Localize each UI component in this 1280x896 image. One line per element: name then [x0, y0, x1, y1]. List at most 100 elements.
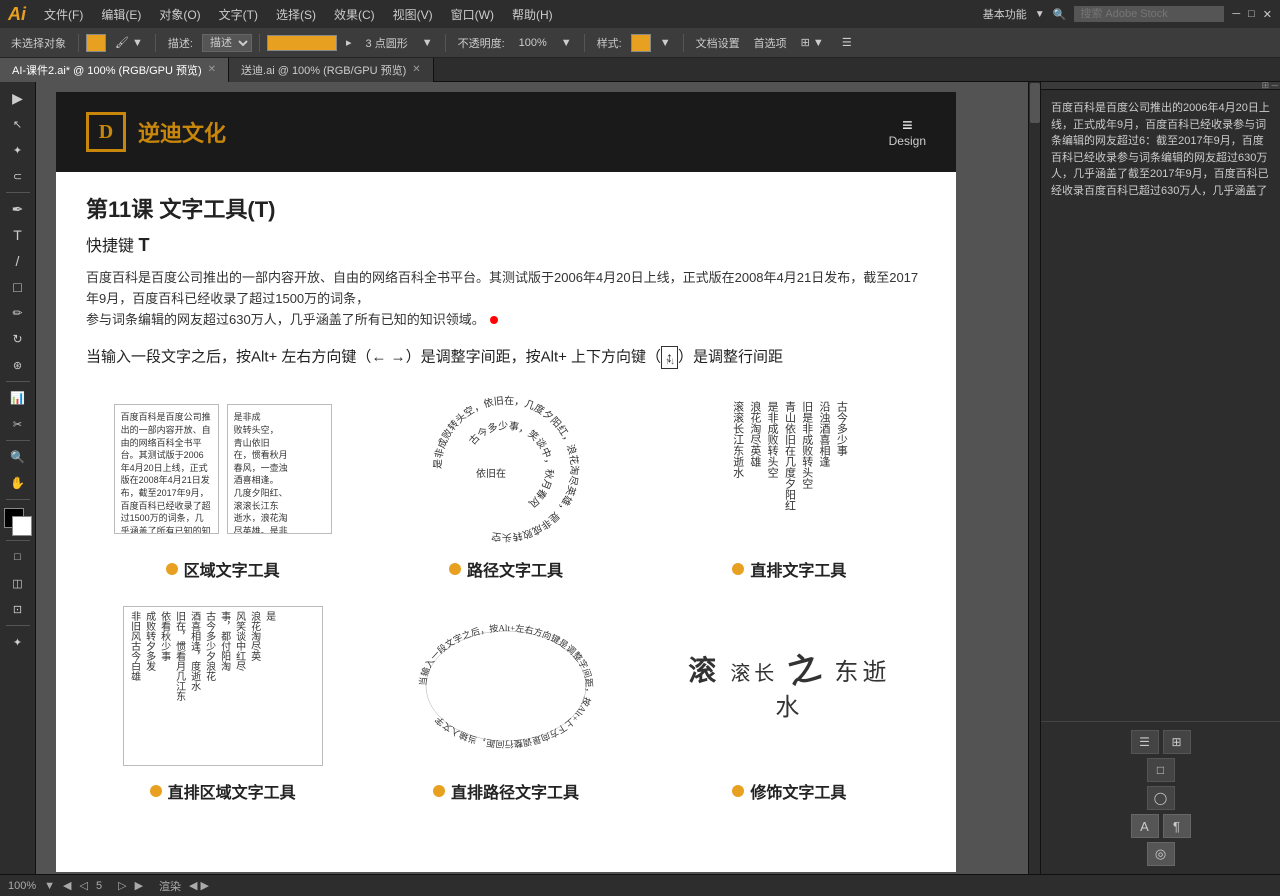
intro-text: 百度百科是百度公司推出的一部内容开放、自由的网络百科全书平台。其测试版于2006…: [86, 268, 926, 330]
dropdown-icon[interactable]: ▼: [1035, 9, 1045, 20]
vert-col-7: 古今多少事: [834, 401, 848, 456]
menu-select[interactable]: 选择(S): [268, 4, 324, 25]
document-canvas: D 逆迪文化 ≡ Design 第11课 文字工具(T) 快捷键 T: [56, 92, 956, 872]
panel-collapse-btn[interactable]: ☰: [1131, 730, 1159, 754]
feature-label[interactable]: 基本功能: [983, 6, 1027, 22]
decoration-demo: 滚 滚长 之 东逝水: [679, 601, 899, 771]
vertical-area-demo: 非旧风古今白雄 成败转夕多发 依看秋少事 旧在，惯看月几江东 酒喜相逢，度逝水 …: [113, 601, 333, 771]
minimize-btn[interactable]: ─: [1232, 8, 1240, 20]
main-area: ▶ ↖ ✦ ⊂ ✒ T / □ ✏ ↻ ⊛ 📊 ✂ 🔍 ✋ □ ◫ ⊡ ✦: [0, 82, 1280, 874]
panel-text-btn[interactable]: A: [1131, 814, 1159, 838]
search-input[interactable]: [1074, 6, 1224, 22]
panel-icon-row-4: A ¶: [1131, 814, 1191, 838]
prev-page-btn[interactable]: ◀: [63, 879, 71, 892]
path-text-example: 是非成败转头空，依旧在，几度夕阳红，浪花淘尽英雄，是非成败转头空 古今多少事，笑…: [369, 389, 642, 581]
style-dropdown[interactable]: ▼: [655, 35, 676, 51]
status-label: 渲染: [159, 878, 181, 894]
vert-col-6: 沿浊酒喜相逢: [817, 401, 831, 467]
pen-tool-btn[interactable]: ✒: [4, 197, 32, 221]
chart-tool-btn[interactable]: 📊: [4, 386, 32, 410]
area-text-label: 区域文字工具: [166, 557, 280, 581]
slice-tool-btn[interactable]: ✂: [4, 412, 32, 436]
panel-expand-btn[interactable]: ⊞: [1163, 730, 1191, 754]
close-btn[interactable]: ✕: [1263, 8, 1272, 21]
decoration-example: 滚 滚长 之 东逝水 修饰文字工具: [653, 601, 926, 803]
page-number[interactable]: 5: [96, 880, 102, 892]
opacity-value[interactable]: 100%: [514, 35, 552, 51]
hamburger-icon[interactable]: ≡: [902, 116, 913, 134]
fill-color-bar[interactable]: [267, 35, 337, 51]
preferences-btn[interactable]: 首选项: [749, 33, 792, 53]
panel-rect-btn[interactable]: □: [1147, 758, 1175, 782]
background-color[interactable]: [12, 516, 32, 536]
brush-tool-btn[interactable]: ✏: [4, 301, 32, 325]
vertical-path-label: 直排路径文字工具: [433, 779, 579, 803]
draw-mode-inside-btn[interactable]: ⊡: [4, 597, 32, 621]
prev-btn[interactable]: ◁: [80, 879, 88, 892]
shortcut-key: T: [138, 235, 149, 255]
arrange-btn[interactable]: ⊞ ▼: [796, 34, 829, 51]
va-col-7: 事，都付阳淘: [218, 611, 231, 761]
zoom-dropdown[interactable]: ▼: [44, 880, 55, 892]
line-tool-btn[interactable]: /: [4, 249, 32, 273]
vertical-path-svg: 当输入一段文字之后，按Alt+左右方向键是调整字间距，按Alt+上下方向是调整行…: [401, 606, 611, 766]
brush-tool-btn[interactable]: 🖌 ▼: [110, 34, 148, 51]
panel-glyph-btn[interactable]: ◎: [1147, 842, 1175, 866]
points-dropdown[interactable]: ▼: [417, 35, 438, 51]
tab2-close-icon[interactable]: ✕: [412, 64, 420, 75]
vertical-scrollbar[interactable]: [1028, 82, 1040, 874]
select-tool-btn[interactable]: ▶: [4, 86, 32, 110]
opacity-dropdown[interactable]: ▼: [556, 35, 577, 51]
right-panel-top-bar: ⊞ ─: [1041, 82, 1280, 90]
menu-effect[interactable]: 效果(C): [326, 4, 383, 25]
text-tool-btn[interactable]: T: [4, 223, 32, 247]
hand-tool-btn[interactable]: ✋: [4, 471, 32, 495]
draw-mode-normal-btn[interactable]: □: [4, 545, 32, 569]
magic-wand-btn[interactable]: ✦: [4, 138, 32, 162]
scrollbar-thumb[interactable]: [1030, 83, 1040, 123]
tab1-close-icon[interactable]: ✕: [208, 64, 216, 75]
vertical-text-container: 滚滚长江东逝水 浪花淘尽英雄 是非成败转头空 青山依旧在几度夕阳红 旧是非成败转…: [726, 397, 852, 542]
area-text-example: 百度百科是百度公司推出的一部内容开放、自由的网络百科全书平台。其测试版于2006…: [86, 389, 359, 581]
vert-col-1: 滚滚长江东逝水: [730, 401, 744, 478]
lasso-btn[interactable]: ⊂: [4, 164, 32, 188]
panel-paragraph-btn[interactable]: ¶: [1163, 814, 1191, 838]
style-color-box[interactable]: [631, 34, 651, 52]
shortcut-label: 快捷键: [86, 238, 134, 255]
draw-mode-behind-btn[interactable]: ◫: [4, 571, 32, 595]
menu-help[interactable]: 帮助(H): [504, 4, 561, 25]
canvas-area[interactable]: D 逆迪文化 ≡ Design 第11课 文字工具(T) 快捷键 T: [36, 82, 1040, 874]
status-controls[interactable]: ◀ ▶: [189, 879, 209, 892]
zoom-tool-btn[interactable]: 🔍: [4, 445, 32, 469]
restore-btn[interactable]: □: [1248, 8, 1255, 20]
menu-window[interactable]: 窗口(W): [443, 4, 502, 25]
svg-text:当输入一段文字之后，按Alt+左右方向键是调整字间距，按Al: 当输入一段文字之后，按Alt+左右方向键是调整字间距，按Alt+上下方向是调整行…: [417, 623, 594, 751]
tab-file1[interactable]: AI-课件2.ai* @ 100% (RGB/GPU 预览) ✕: [0, 58, 229, 82]
panel-toggle-btn[interactable]: ☰: [837, 34, 857, 51]
tab-file2[interactable]: 送迪.ai @ 100% (RGB/GPU 预览) ✕: [229, 58, 434, 82]
draw-mode-select[interactable]: 描述: [202, 34, 252, 52]
points-label: ▸: [341, 34, 357, 51]
vert-col-5: 旧是非成败转头空: [799, 401, 813, 489]
rect-tool-btn[interactable]: □: [4, 275, 32, 299]
menu-view[interactable]: 视图(V): [385, 4, 441, 25]
va-col-2: 成败转夕多发: [143, 611, 156, 761]
menu-file[interactable]: 文件(F): [36, 4, 91, 25]
vertical-path-example: 当输入一段文字之后，按Alt+左右方向键是调整字间距，按Alt+上下方向是调整行…: [369, 601, 642, 803]
panel-circle-btn[interactable]: ◯: [1147, 786, 1175, 810]
warp-tool-btn[interactable]: ⊛: [4, 353, 32, 377]
menu-object[interactable]: 对象(O): [151, 4, 208, 25]
doc-settings-btn[interactable]: 文档设置: [691, 33, 745, 53]
va-col-1: 非旧风古今白雄: [128, 611, 141, 761]
header-right: ≡ Design: [889, 116, 926, 148]
rotate-tool-btn[interactable]: ↻: [4, 327, 32, 351]
next-btn[interactable]: ▷: [118, 879, 126, 892]
next-page-btn[interactable]: ▶: [135, 879, 143, 892]
menu-text[interactable]: 文字(T): [211, 4, 266, 25]
direct-select-btn[interactable]: ↖: [4, 112, 32, 136]
vertical-text-example: 滚滚长江东逝水 浪花淘尽英雄 是非成败转头空 青山依旧在几度夕阳红 旧是非成败转…: [653, 389, 926, 581]
menu-edit[interactable]: 编辑(E): [93, 4, 149, 25]
points-value[interactable]: 3 点圆形: [361, 33, 413, 53]
symbol-sprayer-btn[interactable]: ✦: [4, 630, 32, 654]
stroke-color-box[interactable]: [86, 34, 106, 52]
